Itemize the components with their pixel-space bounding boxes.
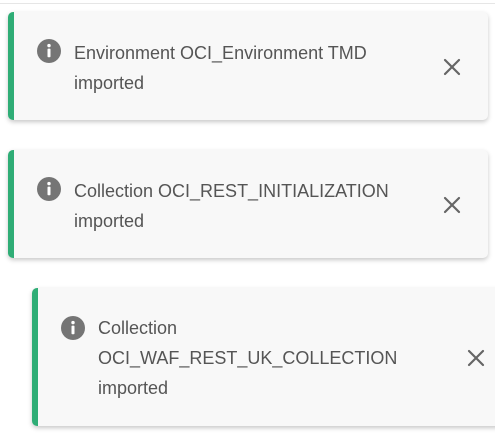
toast-accent-bar <box>8 12 14 120</box>
close-button[interactable] <box>464 346 488 370</box>
notification-toast: Collection OCI_WAF_REST_UK_COLLECTION im… <box>32 288 495 426</box>
toast-accent-bar <box>32 288 38 426</box>
info-icon <box>37 177 61 201</box>
notification-message: Collection OCI_WAF_REST_UK_COLLECTION im… <box>98 313 397 403</box>
close-icon <box>443 196 461 214</box>
message-line: imported <box>98 378 169 398</box>
close-icon <box>443 58 461 76</box>
message-line: Environment OCI_Environment TMD <box>74 43 367 63</box>
close-button[interactable] <box>440 55 464 79</box>
message-line: OCI_WAF_REST_UK_COLLECTION <box>98 348 398 368</box>
message-line: Collection <box>98 318 178 338</box>
info-icon <box>61 316 85 340</box>
info-icon <box>37 39 61 63</box>
notification-toast: Environment OCI_Environment TMD imported <box>8 12 488 120</box>
message-line: imported <box>74 211 145 231</box>
toast-accent-bar <box>8 150 14 258</box>
notification-message: Collection OCI_REST_INITIALIZATION impor… <box>74 176 389 236</box>
message-line: Collection OCI_REST_INITIALIZATION <box>74 181 389 201</box>
close-icon <box>467 349 485 367</box>
notification-toast: Collection OCI_REST_INITIALIZATION impor… <box>8 150 488 258</box>
close-button[interactable] <box>440 193 464 217</box>
header-edge <box>0 0 495 4</box>
notification-message: Environment OCI_Environment TMD imported <box>74 38 367 98</box>
message-line: imported <box>74 73 145 93</box>
